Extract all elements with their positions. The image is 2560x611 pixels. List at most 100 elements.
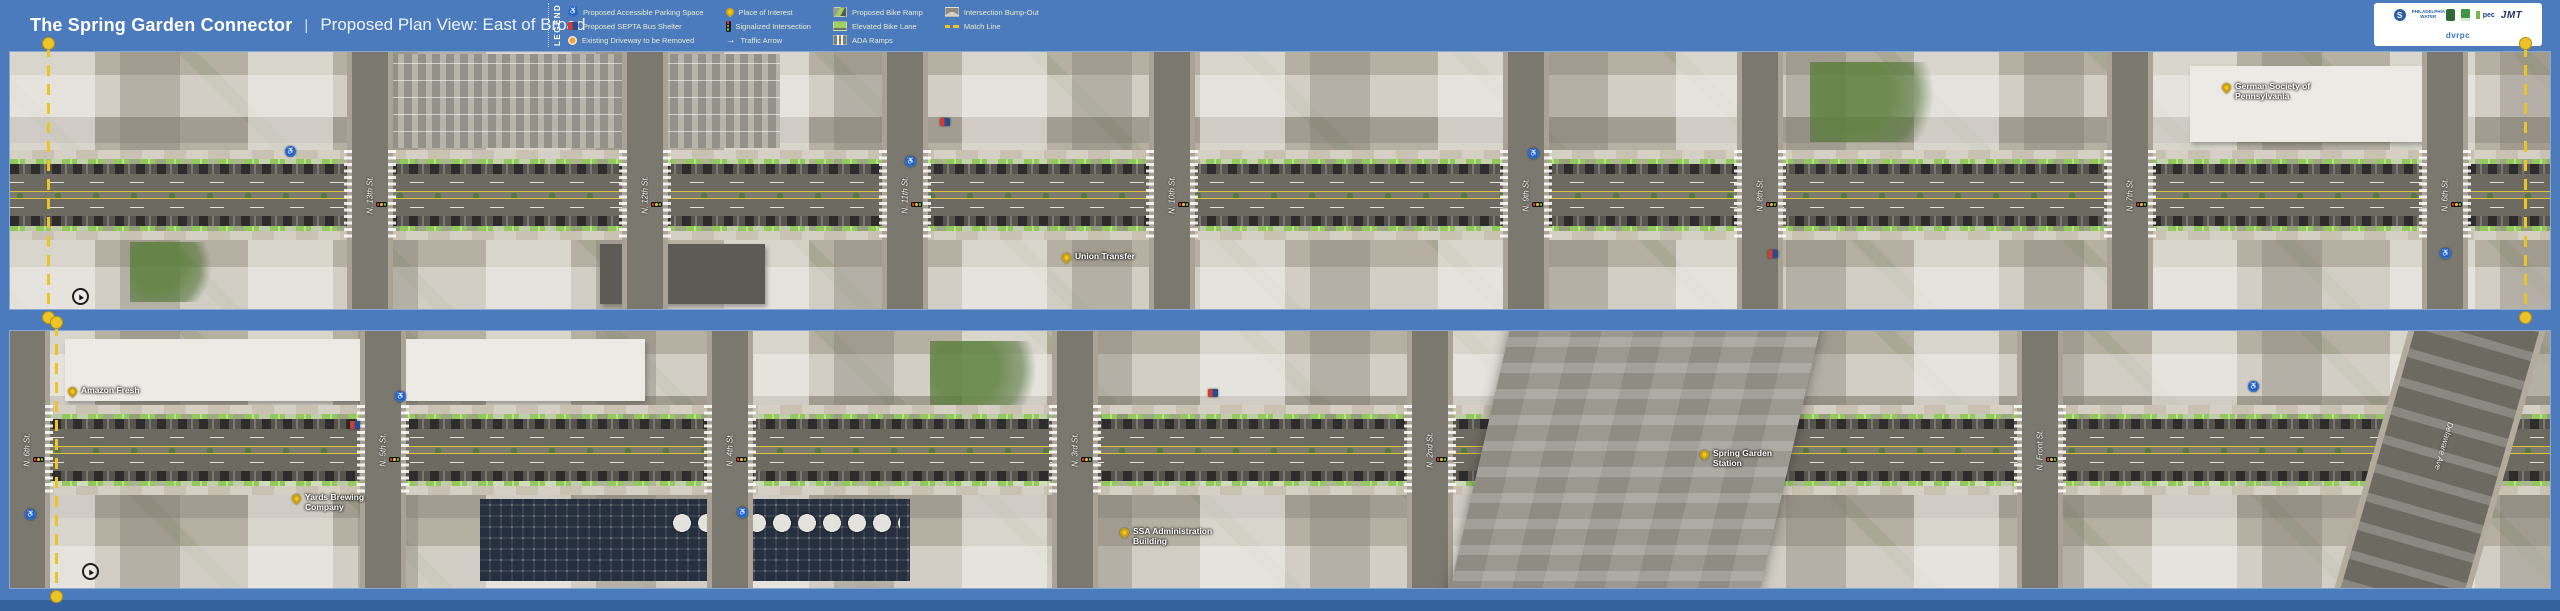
accessible-parking-icon: ♿ (25, 509, 36, 520)
crosswalk (357, 405, 365, 495)
street-label: N. 6th St. (2441, 178, 2450, 211)
poi-marker: Yards Brewing Company (292, 493, 387, 513)
legend-item: →Traffic Arrow (726, 33, 811, 47)
match-line (47, 46, 50, 315)
header: The Spring Garden Connector | Proposed P… (0, 0, 2560, 50)
map-strip-top: N. 13th St. N. 12th St. N. 11th St. N. 10th… (10, 52, 2550, 309)
crosswalk (1500, 150, 1508, 240)
cross-street: N. 8th St. (1737, 52, 1783, 309)
crosswalk (2419, 150, 2427, 240)
legend-item-label: Match Line (964, 22, 1001, 31)
street-label: N. 11th St. (901, 176, 910, 213)
legend-item: Proposed Bike Ramp (833, 5, 923, 19)
accessible-parking-icon: ♿ (737, 507, 748, 518)
crosswalk (1146, 150, 1154, 240)
ada-ramps-swatch (833, 35, 847, 45)
accessible-parking-icon: ♿ (285, 146, 296, 157)
place-of-interest-icon (1698, 448, 1711, 461)
legend-item-label: Proposed Accessible Parking Space (583, 8, 704, 17)
crosswalk (388, 150, 396, 240)
legend: LEGEND ♿Proposed Accessible Parking Spac… (548, 3, 1039, 47)
dvrpc-logo: dvrpc (2446, 31, 2470, 40)
traffic-signal-icon (1436, 457, 1447, 462)
cross-street: N. 3rd St. (1052, 331, 1098, 588)
streets-logo: S (2394, 9, 2406, 21)
poi-label: Spring Garden Station (1713, 449, 1795, 469)
traffic-signal-icon (1766, 202, 1777, 207)
place-of-interest-icon (66, 385, 79, 398)
accessible-parking-icon: ♿ (1528, 148, 1539, 159)
place-of-interest-icon (290, 492, 303, 505)
cross-street: N. 11th St. (882, 52, 928, 309)
accessible-parking-icon: ♿ (905, 156, 916, 167)
crosswalk (2014, 405, 2022, 495)
poi-marker: Amazon Fresh (68, 386, 140, 396)
bike-ramp-swatch (833, 7, 847, 17)
poi-label: Yards Brewing Company (305, 493, 387, 513)
cross-street: N. 4th St. (707, 331, 753, 588)
place-of-interest-icon (2220, 81, 2233, 94)
map-strip-bottom: N. 6th St.N. 5th St.N. 4th St.N. 3rd St.… (10, 331, 2550, 588)
jmt-logo: JMT (2501, 10, 2523, 21)
cross-street: N. 12th St. (622, 52, 668, 309)
accessible-parking-icon: ♿ (2440, 248, 2451, 259)
crosswalk (2058, 405, 2066, 495)
poi-marker: German Society of Pennsylvania (2222, 82, 2317, 102)
legend-item-label: Existing Driveway to be Removed (582, 36, 694, 45)
legend-item: ♿Proposed Accessible Parking Space (568, 5, 704, 19)
legend-column: Intersection Bump-Out Match Line (945, 5, 1039, 47)
crosswalk (2104, 150, 2112, 240)
brewery-tanks (670, 511, 900, 537)
accessible-parking-icon: ♿ (2248, 381, 2259, 392)
poi-label: Amazon Fresh (81, 386, 140, 396)
crosswalk (344, 150, 352, 240)
legend-item-label: Intersection Bump-Out (964, 8, 1039, 17)
poi-marker: Spring Garden Station (1700, 449, 1795, 469)
traffic-signal-icon (33, 457, 44, 462)
crosswalk (1190, 150, 1198, 240)
aerial-photo: N. 13th St. N. 12th St. N. 11th St. N. 10th… (10, 52, 2550, 309)
street-label: N. 5th St. (379, 433, 388, 466)
poi-marker: Union Transfer (1062, 252, 1135, 262)
septa-bus-shelter-icon (940, 118, 950, 126)
septa-bus-shelter-icon (568, 22, 578, 30)
plan-sheet: The Spring Garden Connector | Proposed P… (0, 0, 2560, 611)
elevated-bike-lane-swatch (833, 21, 847, 31)
poi-label: Union Transfer (1075, 252, 1135, 262)
legend-title: LEGEND (553, 3, 562, 47)
street-label: N. 2nd St. (1426, 432, 1435, 468)
legend-column: Proposed Bike Ramp Elevated Bike Lane ADA … (833, 5, 923, 47)
legend-item-label: Elevated Bike Lane (852, 22, 917, 31)
cross-street: N. 13th St. (347, 52, 393, 309)
cross-street: N. 10th St. (1149, 52, 1195, 309)
crosswalk (1448, 405, 1456, 495)
cross-street: N. 5th St. (360, 331, 406, 588)
street-label: N. Front St. (2036, 430, 2045, 471)
legend-item: Existing Driveway to be Removed (568, 33, 704, 47)
legend-item-label: Place of Interest (739, 8, 793, 17)
crosswalk (1734, 150, 1742, 240)
legend-column: Place of InterestSignalized Intersection… (726, 5, 811, 47)
phs-logo (2461, 9, 2470, 21)
parking-lot (390, 54, 780, 148)
legend-item-label: Traffic Arrow (741, 36, 783, 45)
legend-item: Intersection Bump-Out (945, 5, 1039, 19)
traffic-signal-icon (1081, 457, 1092, 462)
traffic-signal-icon (1532, 202, 1543, 207)
crosswalk (45, 405, 53, 495)
traffic-signal-icon (2136, 202, 2147, 207)
cross-street: N. 2nd St. (1407, 331, 1453, 588)
crosswalk (1544, 150, 1552, 240)
bump-out-swatch (945, 7, 959, 17)
match-line (2524, 46, 2527, 315)
street-label: N. 8th St. (1756, 178, 1765, 211)
title-sheet: Proposed Plan View: East of Broad (320, 15, 585, 35)
street-label: N. 12th St. (641, 176, 650, 214)
poi-marker: SSA Administration Building (1120, 527, 1215, 547)
crosswalk (619, 150, 627, 240)
driveway-removed-icon (568, 36, 577, 45)
cross-street: N. 9th St. (1503, 52, 1549, 309)
cross-street: N. 7th St. (2107, 52, 2153, 309)
legend-column: ♿Proposed Accessible Parking SpacePropos… (568, 5, 704, 47)
legend-item-label: ADA Ramps (852, 36, 893, 45)
